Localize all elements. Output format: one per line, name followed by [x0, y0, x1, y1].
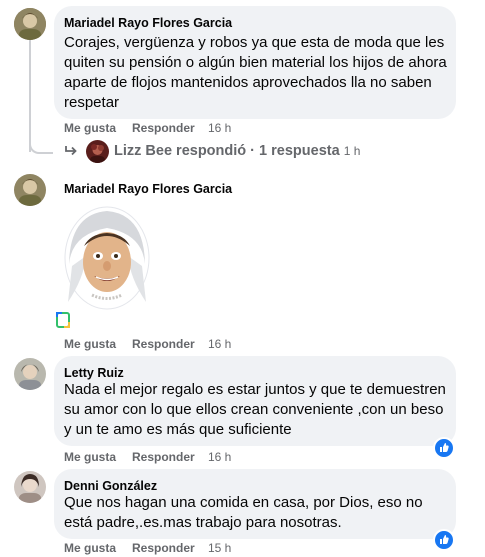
avatar[interactable]: [14, 8, 46, 40]
like-button[interactable]: Me gusta: [64, 450, 116, 464]
comment-author[interactable]: Letty Ruiz: [64, 366, 124, 380]
avatar-image: [14, 174, 46, 206]
sticker-tag-icon[interactable]: [56, 312, 70, 328]
replier-avatar: [86, 140, 109, 163]
reply-button[interactable]: Responder: [132, 121, 195, 135]
avatar-image: [14, 471, 46, 503]
avatar[interactable]: [14, 174, 46, 206]
comment-time[interactable]: 16 h: [208, 121, 231, 135]
comment-time[interactable]: 16 h: [208, 337, 231, 351]
comment-actions: Me gusta Responder 16 h: [64, 121, 314, 137]
avatar[interactable]: [14, 471, 46, 503]
comment-author[interactable]: Denni González: [64, 479, 157, 493]
comment-time[interactable]: 16 h: [208, 450, 231, 464]
comment-text: Que nos hagan una comida en casa, por Di…: [64, 494, 423, 531]
comment-author[interactable]: Mariadel Rayo Flores Garcia: [64, 16, 232, 30]
reply-arrow-icon: [65, 146, 77, 156]
like-button[interactable]: Me gusta: [64, 541, 116, 555]
comment-actions: Me gusta Responder 16 h: [64, 337, 314, 353]
reply-button[interactable]: Responder: [132, 337, 195, 351]
replier-name: Lizz Bee: [114, 143, 173, 159]
avatar-image: [14, 358, 46, 390]
reply-summary[interactable]: Lizz Bee respondió · 1 respuesta 1 h: [62, 139, 362, 165]
avatar-image: [14, 8, 46, 40]
reply-button[interactable]: Responder: [132, 541, 195, 555]
comment-text: Corajes, vergüenza y robos ya que esta d…: [64, 34, 447, 111]
thread-connector: [29, 138, 53, 154]
avatar[interactable]: [14, 358, 46, 390]
sticker-image[interactable]: [64, 206, 150, 310]
reply-button[interactable]: Responder: [132, 450, 195, 464]
comment-actions: Me gusta Responder 15 h: [64, 541, 314, 557]
like-button[interactable]: Me gusta: [64, 337, 116, 351]
reply-time: 1 h: [343, 144, 361, 158]
like-icon[interactable]: [433, 529, 455, 551]
reply-separator: ·: [250, 143, 256, 159]
thread-line: [29, 40, 31, 152]
comment-actions: Me gusta Responder 16 h: [64, 450, 314, 466]
reply-count: 1 respuesta: [259, 143, 340, 159]
comment-time[interactable]: 15 h: [208, 541, 231, 555]
like-button[interactable]: Me gusta: [64, 121, 116, 135]
comment-author[interactable]: Mariadel Rayo Flores Garcia: [64, 182, 232, 196]
reply-action: respondió: [176, 143, 247, 159]
like-icon[interactable]: [433, 437, 455, 459]
comment-text: Nada el mejor regalo es estar juntos y q…: [64, 381, 446, 438]
